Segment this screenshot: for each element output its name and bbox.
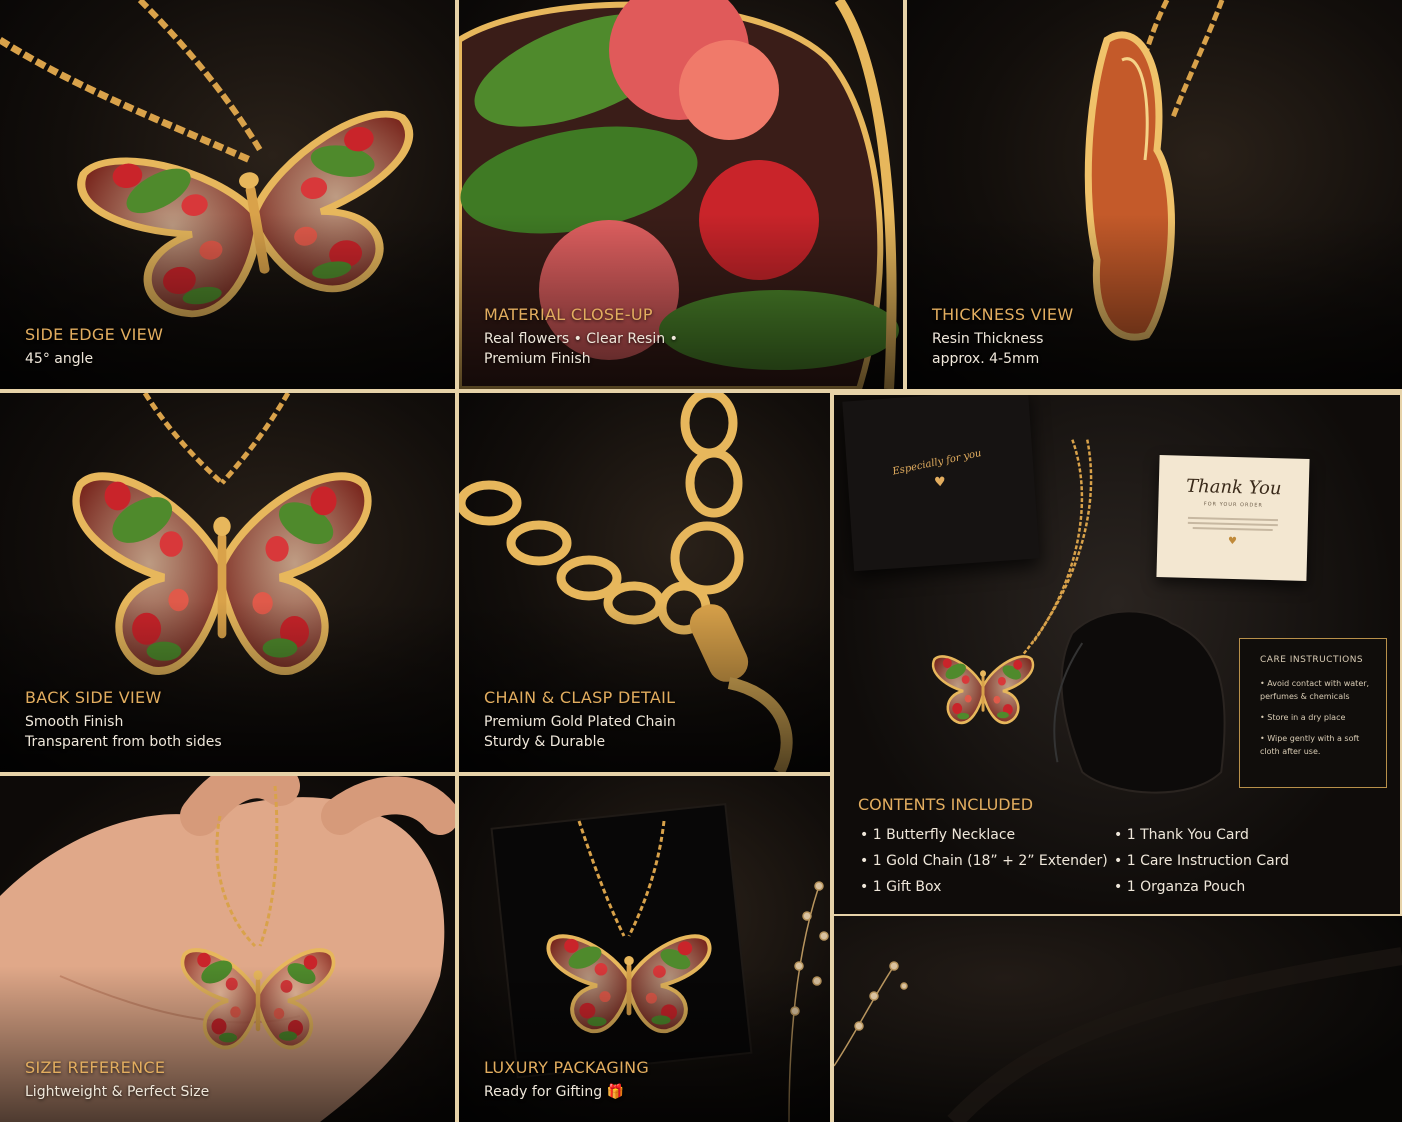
heart-icon: ♥ [933,474,947,491]
contents-list-right: 1 Thank You Card 1 Care Instruction Card… [1114,822,1289,900]
panel-luxury-packaging: LUXURY PACKAGING Ready for Gifting 🎁 [459,776,830,1122]
caption-line: Premium Finish [484,351,591,367]
contents-list-left: 1 Butterfly Necklace 1 Gold Chain (18” +… [860,822,1108,900]
caption-size-reference: SIZE REFERENCE Lightweight & Perfect Siz… [25,1058,209,1102]
caption-title: SIDE EDGE VIEW [25,325,164,344]
caption-line: Lightweight & Perfect Size [25,1084,210,1100]
thank-you-script: Thank You [1185,475,1282,500]
caption-title: LUXURY PACKAGING [484,1058,650,1077]
caption-line: approx. 4-5mm [932,351,1040,367]
care-item: Avoid contact with water, perfumes & che… [1260,677,1370,703]
thank-you-card: Thank You FOR YOUR ORDER ♥ [1156,455,1310,581]
caption-line: Premium Gold Plated Chain [484,714,676,730]
caption-material-close-up: MATERIAL CLOSE-UP Real flowers • Clear R… [484,305,678,369]
caption-line: Smooth Finish [25,714,124,730]
panel-material-close-up: MATERIAL CLOSE-UP Real flowers • Clear R… [459,0,903,389]
caption-line: Resin Thickness [932,331,1044,347]
list-item: 1 Organza Pouch [1114,874,1289,900]
gift-box-label: Especially for you [891,447,983,478]
care-item: Wipe gently with a soft cloth after use. [1260,732,1370,758]
list-item: 1 Butterfly Necklace [860,822,1108,848]
list-item: 1 Gold Chain (18” + 2” Extender) [860,848,1108,874]
list-item: 1 Care Instruction Card [1114,848,1289,874]
panel-back-side-view: BACK SIDE VIEW Smooth Finish Transparent… [0,393,455,772]
care-item: Store in a dry place [1260,711,1370,724]
panel-chain-clasp-detail: CHAIN & CLASP DETAIL Premium Gold Plated… [459,393,830,772]
list-item: 1 Thank You Card [1114,822,1289,848]
gift-box: Especially for you ♥ [842,395,1040,572]
caption-line: Sturdy & Durable [484,734,606,750]
caption-line: Real flowers • Clear Resin • [484,331,678,347]
panel-contents-included: Especially for you ♥ Thank You FOR YOUR … [832,393,1402,916]
caption-line: Ready for Gifting 🎁 [484,1084,625,1100]
heart-icon: ♥ [1227,535,1238,548]
caption-title: CHAIN & CLASP DETAIL [484,688,676,707]
care-title: CARE INSTRUCTIONS [1260,655,1364,665]
caption-back-side-view: BACK SIDE VIEW Smooth Finish Transparent… [25,688,222,752]
list-item: 1 Gift Box [860,874,1108,900]
caption-title: BACK SIDE VIEW [25,688,162,707]
panel-side-edge-view: SIDE EDGE VIEW 45° angle [0,0,455,389]
dried-flowers-image [834,947,1402,1122]
caption-luxury-packaging: LUXURY PACKAGING Ready for Gifting 🎁 [484,1058,649,1102]
caption-title: THICKNESS VIEW [932,305,1074,324]
caption-line: Transparent from both sides [25,734,222,750]
panel-thickness-view: THICKNESS VIEW Resin Thickness approx. 4… [907,0,1402,389]
caption-side-edge-view: SIDE EDGE VIEW 45° angle [25,325,163,369]
thank-you-sub: FOR YOUR ORDER [1203,501,1264,509]
caption-title: MATERIAL CLOSE-UP [484,305,653,324]
caption-thickness-view: THICKNESS VIEW Resin Thickness approx. 4… [932,305,1073,369]
caption-title: SIZE REFERENCE [25,1058,166,1077]
contents-title: CONTENTS INCLUDED [858,795,1034,814]
care-instruction-card: CARE INSTRUCTIONS Avoid contact with wat… [1239,638,1387,788]
caption-chain-clasp-detail: CHAIN & CLASP DETAIL Premium Gold Plated… [484,688,676,752]
panel-size-reference: SIZE REFERENCE Lightweight & Perfect Siz… [0,776,455,1122]
fabric-background [834,916,1402,1122]
caption-line: 45° angle [25,351,94,367]
